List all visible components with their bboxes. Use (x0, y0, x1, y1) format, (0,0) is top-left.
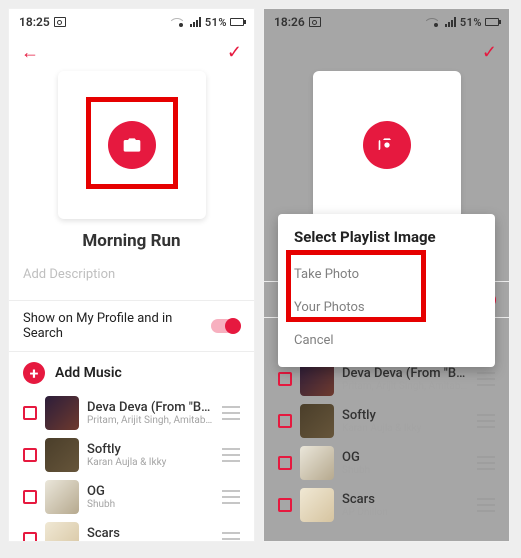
battery-icon (485, 18, 499, 26)
top-bar: ✓ (264, 35, 509, 69)
checkbox[interactable] (23, 448, 37, 462)
song-subtitle: Karan Aujla & Ikky (342, 423, 469, 434)
checkbox[interactable] (278, 456, 292, 470)
profile-toggle-row: Show on My Profile and in Search (9, 301, 254, 351)
list-item[interactable]: SoftlyKaran Aujla & Ikky (278, 400, 495, 442)
checkbox[interactable] (23, 532, 37, 542)
camera-icon (377, 135, 397, 155)
drag-handle-icon[interactable] (477, 414, 495, 428)
drag-handle-icon[interactable] (477, 372, 495, 386)
drag-handle-icon[interactable] (477, 498, 495, 512)
wifi-icon (430, 17, 442, 27)
album-art (300, 446, 334, 480)
confirm-check-icon[interactable]: ✓ (482, 42, 497, 63)
song-subtitle: AP Dhillon (87, 541, 214, 542)
battery-text: 51% (460, 16, 482, 29)
camera-button[interactable] (363, 121, 411, 169)
album-art (300, 404, 334, 438)
song-title: Deva Deva (From "Brah... (342, 366, 469, 381)
option-your-photos[interactable]: Your Photos (294, 291, 479, 324)
confirm-check-icon[interactable]: ✓ (227, 42, 242, 63)
drag-handle-icon[interactable] (477, 456, 495, 470)
checkbox[interactable] (278, 498, 292, 512)
list-item[interactable]: SoftlyKaran Aujla & Ikky (23, 434, 240, 476)
song-title: OG (87, 484, 214, 499)
song-subtitle: Pritam, Arijit Singh, Amitabh Bha... (342, 381, 469, 392)
dialog-title: Select Playlist Image (294, 228, 479, 246)
option-cancel[interactable]: Cancel (294, 324, 479, 357)
status-bar: 18:25 51% (9, 9, 254, 35)
add-description[interactable]: Add Description (9, 267, 254, 282)
signal-icon (190, 17, 202, 27)
battery-icon (230, 18, 244, 26)
song-title: Softly (342, 408, 469, 423)
album-art (300, 362, 334, 396)
wifi-icon (175, 17, 187, 27)
back-arrow-icon[interactable]: ← (21, 42, 39, 63)
picture-icon (54, 17, 66, 27)
song-title: Scars (342, 492, 469, 507)
drag-handle-icon[interactable] (222, 448, 240, 462)
song-subtitle: Pritam, Arijit Singh, Amitabh Bha... (87, 415, 214, 426)
camera-button[interactable] (108, 121, 156, 169)
add-music-header: + Add Music (9, 352, 254, 392)
song-title: Softly (87, 442, 214, 457)
list-item[interactable]: ScarsAP Dhillon (23, 518, 240, 542)
checkbox[interactable] (278, 414, 292, 428)
status-bar: 18:26 51% (264, 9, 509, 35)
drag-handle-icon[interactable] (222, 532, 240, 542)
profile-toggle[interactable] (211, 319, 240, 333)
option-take-photo[interactable]: Take Photo (294, 258, 479, 291)
picture-icon (309, 17, 321, 27)
add-music-label: Add Music (55, 365, 122, 381)
album-art (45, 438, 79, 472)
profile-toggle-label: Show on My Profile and in Search (23, 311, 211, 341)
list-item[interactable]: OGShubh (278, 442, 495, 484)
song-subtitle: Shubh (87, 499, 214, 510)
checkbox[interactable] (23, 406, 37, 420)
list-item[interactable]: ScarsAP Dhillon (278, 484, 495, 526)
song-title: OG (342, 450, 469, 465)
status-time: 18:25 (19, 15, 50, 29)
playlist-title[interactable]: Morning Run (9, 231, 254, 251)
album-art (300, 488, 334, 522)
drag-handle-icon[interactable] (222, 490, 240, 504)
album-art (45, 480, 79, 514)
status-time: 18:26 (274, 15, 305, 29)
list-item[interactable]: OGShubh (23, 476, 240, 518)
checkbox[interactable] (23, 490, 37, 504)
select-image-dialog: Select Playlist Image Take Photo Your Ph… (278, 214, 495, 367)
song-list: Deva Deva (From "Brah...Pritam, Arijit S… (9, 392, 254, 542)
phone-left: 18:25 51% ← ✓ Morning Run Add Descriptio… (8, 8, 255, 542)
drag-handle-icon[interactable] (222, 406, 240, 420)
battery-text: 51% (205, 16, 227, 29)
song-list: Deva Deva (From "Brah...Pritam, Arijit S… (264, 358, 509, 526)
phone-right: 18:26 51% ✓ (263, 8, 510, 542)
playlist-image-card[interactable] (313, 71, 461, 219)
top-bar: ← ✓ (9, 35, 254, 69)
song-subtitle: AP Dhillon (342, 507, 469, 518)
plus-icon[interactable]: + (23, 362, 45, 384)
song-title: Scars (87, 526, 214, 541)
song-subtitle: Shubh (342, 465, 469, 476)
checkbox[interactable] (278, 372, 292, 386)
song-title: Deva Deva (From "Brah... (87, 400, 214, 415)
song-subtitle: Karan Aujla & Ikky (87, 457, 214, 468)
list-item[interactable]: Deva Deva (From "Brah...Pritam, Arijit S… (23, 392, 240, 434)
album-art (45, 396, 79, 430)
playlist-image-card[interactable] (58, 71, 206, 219)
camera-icon (122, 135, 142, 155)
signal-icon (445, 17, 457, 27)
album-art (45, 522, 79, 542)
